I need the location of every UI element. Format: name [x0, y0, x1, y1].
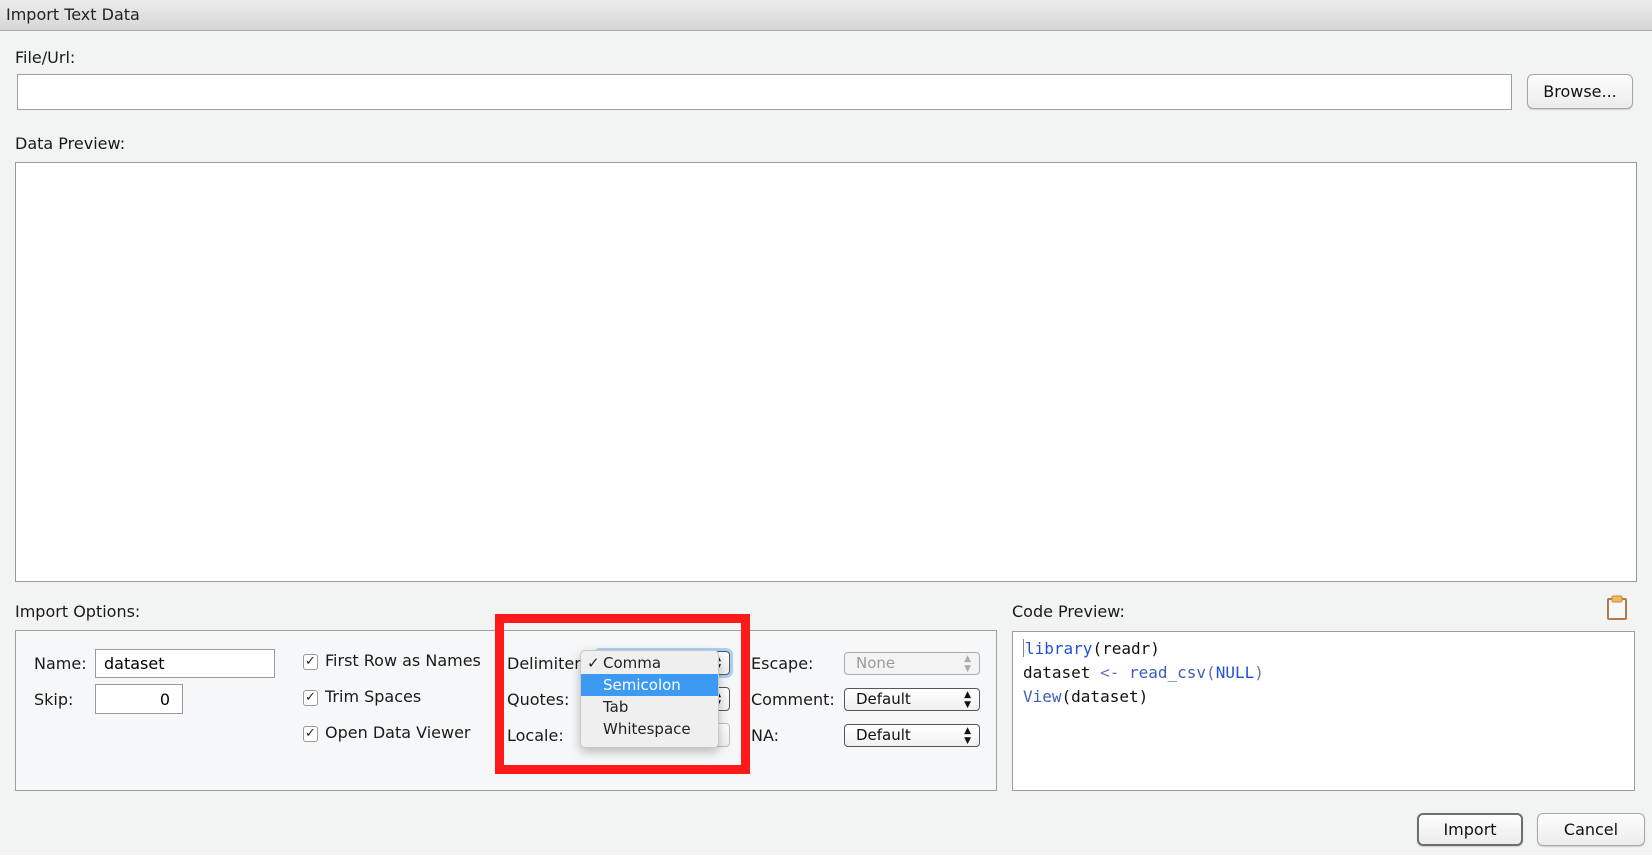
import-button[interactable]: Import — [1417, 813, 1523, 846]
na-label: NA: — [751, 726, 780, 745]
comment-select[interactable]: Default ▲ ▼ — [844, 688, 980, 711]
open-data-viewer-label: Open Data Viewer — [325, 723, 471, 742]
select-arrows-icon: ▲▼ — [964, 726, 971, 746]
skip-label: Skip: — [34, 690, 74, 709]
code-preview-label: Code Preview: — [1012, 602, 1125, 621]
code-line: dataset <- read_csv(NULL) — [1023, 663, 1264, 682]
na-select[interactable]: Default ▲ ▼ — [844, 724, 980, 747]
import-options-label: Import Options: — [15, 602, 141, 621]
file-url-label: File/Url: — [15, 48, 76, 67]
first-row-as-names-label: First Row as Names — [325, 651, 481, 670]
select-arrows-icon: ▲▼ — [964, 690, 971, 710]
window-title: Import Text Data — [6, 5, 140, 24]
escape-label: Escape: — [751, 654, 814, 673]
skip-input[interactable] — [95, 684, 183, 714]
text-cursor — [1023, 639, 1024, 657]
annotation-highlight-box — [495, 614, 750, 774]
data-preview-label: Data Preview: — [15, 134, 126, 153]
code-preview-editor[interactable]: library(readr) dataset <- read_csv(NULL)… — [1012, 631, 1635, 791]
file-url-input[interactable] — [17, 74, 1512, 110]
title-bar: Import Text Data — [0, 0, 1652, 31]
comment-label: Comment: — [751, 690, 835, 709]
name-label: Name: — [34, 654, 87, 673]
checkmark-icon: ✓ — [303, 726, 318, 742]
escape-select[interactable]: None ▲ ▼ — [844, 652, 980, 675]
data-preview-area — [15, 162, 1637, 582]
checkmark-icon: ✓ — [303, 654, 318, 670]
cancel-button[interactable]: Cancel — [1537, 813, 1645, 846]
code-line: View(dataset) — [1023, 687, 1149, 706]
code-line: library(readr) — [1023, 639, 1160, 658]
copy-to-clipboard-icon[interactable] — [1606, 594, 1628, 620]
browse-button[interactable]: Browse... — [1527, 74, 1633, 109]
trim-spaces-label: Trim Spaces — [325, 687, 422, 706]
name-input[interactable] — [95, 649, 275, 678]
checkmark-icon: ✓ — [303, 690, 318, 706]
select-arrows-icon: ▲▼ — [964, 654, 971, 674]
